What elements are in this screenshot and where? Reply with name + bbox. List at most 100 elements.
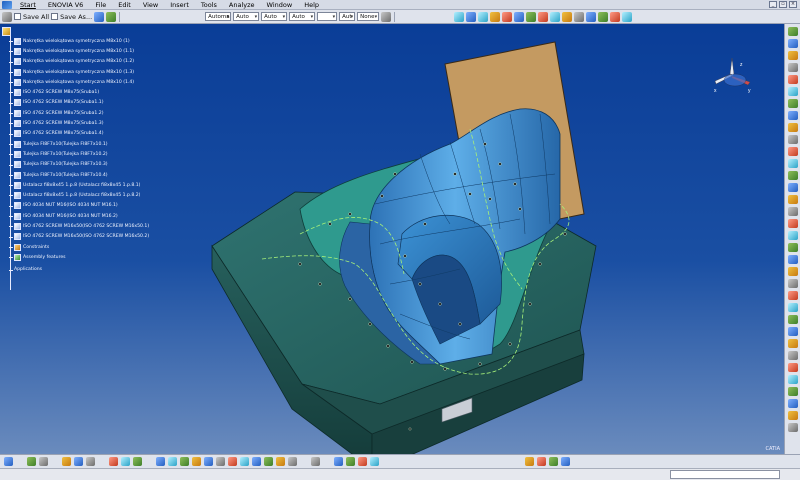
menu-analyze[interactable]: Analyze [223, 1, 261, 9]
contact-constraint-icon[interactable] [787, 171, 798, 180]
product-icon[interactable] [502, 11, 513, 22]
rotate-icon[interactable] [192, 457, 201, 466]
report-icon[interactable] [561, 457, 570, 466]
render-icon[interactable] [610, 11, 621, 22]
design-table-icon[interactable] [74, 457, 83, 466]
tree-item[interactable]: Tulejka FI8F7x10(Tulejka FI8F7x10.2) [2, 149, 222, 159]
save-icon[interactable] [94, 11, 105, 22]
multi-instantiation-icon[interactable] [787, 135, 798, 144]
coincidence-constraint-icon[interactable] [787, 159, 798, 168]
zoom-in-icon[interactable] [204, 457, 213, 466]
smart-move-icon[interactable] [787, 303, 798, 312]
new-part-icon[interactable] [787, 51, 798, 60]
minimize-icon[interactable]: _ [769, 1, 777, 8]
compass-icon[interactable]: z x y [710, 54, 754, 98]
new-document-icon[interactable] [2, 11, 12, 22]
undo-icon[interactable] [106, 11, 117, 22]
normal-view-icon[interactable] [228, 457, 237, 466]
checkbox-icon[interactable] [14, 13, 21, 20]
flexible-rigid-icon[interactable] [787, 243, 798, 252]
line-thickness-select[interactable]: Auto ▾ [261, 12, 288, 21]
menu-tools[interactable]: Tools [195, 1, 223, 9]
manage-representations-icon[interactable] [787, 123, 798, 132]
existing-component-icon[interactable] [787, 63, 798, 72]
tree-item[interactable]: ISO 4034 NUT M16(ISO 4034 NUT M16.1) [2, 201, 222, 211]
fix-together-icon[interactable] [787, 219, 798, 228]
checkbox-icon[interactable] [51, 13, 59, 20]
fix-component-icon[interactable] [787, 207, 798, 216]
command-input[interactable] [670, 470, 780, 479]
multi-view-icon[interactable] [240, 457, 249, 466]
change-constraint-icon[interactable] [787, 255, 798, 264]
shading-icon[interactable] [264, 457, 273, 466]
stop-manipulate-icon[interactable] [787, 327, 798, 336]
swap-space-icon[interactable] [288, 457, 297, 466]
weld-icon[interactable] [787, 423, 798, 432]
tree-item[interactable]: ISO 4762 SCREW M8x75(Sruba1.3) [2, 118, 222, 128]
hide-show-icon[interactable] [276, 457, 285, 466]
tree-item[interactable]: Ustalacz fi8x8x45 1.p.8 (Ustalacz fi8x8x… [2, 190, 222, 200]
material-icon[interactable] [586, 11, 597, 22]
distance-icon[interactable] [370, 457, 379, 466]
explode-icon[interactable] [526, 11, 537, 22]
formula-icon[interactable] [62, 457, 71, 466]
constraint-icon[interactable] [562, 11, 573, 22]
line-type-select[interactable]: Auto ▾ [289, 12, 316, 21]
reuse-pattern-icon[interactable] [787, 267, 798, 276]
offset-constraint-icon[interactable] [787, 183, 798, 192]
analysis-icon[interactable] [454, 11, 465, 22]
annotation-icon[interactable] [787, 411, 798, 420]
layer-select[interactable]: None ▾ [357, 12, 380, 21]
pocket-icon[interactable] [787, 363, 798, 372]
fit-all-icon[interactable] [168, 457, 177, 466]
parameters-icon[interactable] [537, 457, 546, 466]
graph-tree-icon[interactable] [787, 87, 798, 96]
menu-enovia[interactable]: ENOVIA V6 [42, 1, 89, 9]
menu-window[interactable]: Window [261, 1, 299, 9]
tree-item-applications[interactable]: Applications [2, 265, 222, 275]
measure-between-icon[interactable] [311, 457, 320, 466]
layer-properties-icon[interactable] [381, 11, 392, 22]
insert-component-icon[interactable] [514, 11, 525, 22]
snap-icon[interactable] [550, 11, 561, 22]
update-icon[interactable] [4, 457, 13, 466]
tree-item[interactable]: Nakrętka wielokątowa symetryczna M8x10 (… [2, 36, 222, 46]
tree-item[interactable]: Nakrętka wielokątowa symetryczna M8x10 (… [2, 57, 222, 67]
tree-item[interactable]: Tulejka FI8F7x10(Tulejka FI8F7x10.4) [2, 170, 222, 180]
symmetry-icon[interactable] [787, 399, 798, 408]
save-all-checkbox[interactable]: Save All [14, 13, 49, 21]
add-icon[interactable] [787, 387, 798, 396]
remove-icon[interactable] [787, 375, 798, 384]
split-icon[interactable] [787, 339, 798, 348]
manipulate-icon[interactable] [538, 11, 549, 22]
manipulation-icon[interactable] [787, 279, 798, 288]
transparency-select[interactable]: Auto ▾ [233, 12, 260, 21]
menu-start[interactable]: Start [14, 1, 42, 9]
3d-viewport[interactable]: Nakrętka wielokątowa symetryczna M8x10 (… [0, 24, 784, 454]
explode-icon[interactable] [787, 315, 798, 324]
hide-show-icon[interactable] [133, 457, 142, 466]
snap-icon[interactable] [787, 291, 798, 300]
law-icon[interactable] [86, 457, 95, 466]
measure-icon[interactable] [466, 11, 477, 22]
color-select[interactable]: Automa ▾ [205, 12, 232, 21]
tree-item[interactable]: ISO 4034 NUT M16(ISO 4034 NUT M16.2) [2, 211, 222, 221]
tree-item[interactable]: ISO 4762 SCREW M8x75(Sruba1.4) [2, 129, 222, 139]
tree-root[interactable] [2, 26, 222, 36]
sectioning-icon[interactable] [358, 457, 367, 466]
tree-item[interactable]: Tulejka FI8F7x10(Tulejka FI8F7x10.1) [2, 139, 222, 149]
generate-numbering-icon[interactable] [787, 99, 798, 108]
section-icon[interactable] [478, 11, 489, 22]
menu-file[interactable]: File [89, 1, 112, 9]
menu-insert[interactable]: Insert [164, 1, 195, 9]
selective-load-icon[interactable] [787, 111, 798, 120]
menu-edit[interactable]: Edit [112, 1, 137, 9]
tree-item[interactable]: Ustalacz fi8x8x45 1.p.8 (Ustalacz fi8x8x… [2, 180, 222, 190]
restore-icon[interactable]: ▫ [779, 1, 787, 8]
sketch-icon[interactable] [598, 11, 609, 22]
check-icon[interactable] [549, 457, 558, 466]
close-icon[interactable]: × [789, 1, 797, 8]
menu-help[interactable]: Help [298, 1, 325, 9]
tree-item[interactable]: Nakrętka wielokątowa symetryczna M8x10 (… [2, 46, 222, 56]
tree-item[interactable]: ISO 4762 SCREW M8x75(Sruba1.1) [2, 98, 222, 108]
